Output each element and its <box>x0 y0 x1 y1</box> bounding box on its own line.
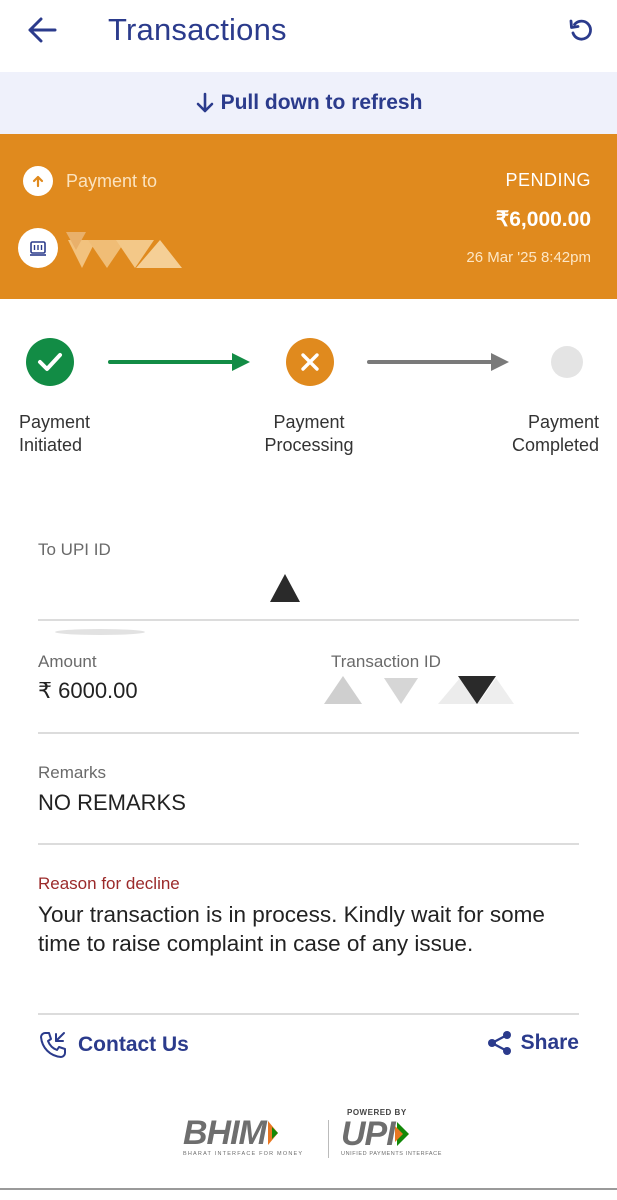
upi-wordmark: UPI <box>341 1115 396 1153</box>
app-header <box>0 0 617 72</box>
step-processing-status <box>286 338 334 386</box>
divider <box>38 732 579 734</box>
step-connector-arrow <box>367 353 509 371</box>
payee-name-redacted <box>66 232 182 268</box>
remarks-label: Remarks <box>38 763 107 782</box>
payment-amount: ₹6,000.00 <box>495 208 591 231</box>
back-arrow-icon <box>28 17 57 43</box>
contact-us-button[interactable]: Contact Us <box>38 1030 189 1060</box>
refresh-button[interactable] <box>562 12 600 48</box>
checkmark-icon <box>38 353 62 371</box>
logo-separator <box>328 1120 329 1158</box>
step-completed-label: Payment Completed <box>511 412 599 455</box>
amount-label: Amount <box>38 652 97 671</box>
upi-tagline: UNIFIED PAYMENTS INTERFACE <box>341 1151 442 1157</box>
bhim-wordmark: BHIM <box>183 1114 267 1152</box>
step-processing-label: Payment Processing <box>264 412 354 455</box>
refresh-icon <box>569 19 592 41</box>
payment-direction-label: Payment to <box>66 171 158 191</box>
upi-id-label: To UPI ID <box>38 540 111 559</box>
step-initiated-status <box>26 338 74 386</box>
bhim-tagline: BHARAT INTERFACE FOR MONEY <box>183 1151 304 1157</box>
decline-reason-text: Your transaction is in process. Kindly w… <box>38 902 545 956</box>
share-icon <box>487 1031 511 1055</box>
step-initiated-label: Payment Initiated <box>19 412 91 455</box>
payee-avatar <box>18 228 58 268</box>
payment-datetime: 26 Mar '25 8:42pm <box>466 249 591 266</box>
cross-icon <box>301 353 319 371</box>
pull-to-refresh-banner: Pull down to refresh <box>0 72 617 134</box>
step-completed-status <box>551 346 583 378</box>
contact-us-label: Contact Us <box>78 1033 189 1056</box>
arrow-down-icon <box>196 92 213 113</box>
transaction-id-label: Transaction ID <box>331 652 441 671</box>
upi-arrow-mark-icon <box>394 1122 409 1146</box>
share-button[interactable]: Share <box>487 1030 579 1056</box>
divider <box>38 619 579 621</box>
pull-to-refresh-text: Pull down to refresh <box>220 91 423 114</box>
payment-direction-badge <box>23 166 53 196</box>
status-badge: PENDING <box>505 170 591 190</box>
divider <box>38 843 579 845</box>
phone-icon <box>40 1032 66 1058</box>
bhim-flag-mark-icon <box>267 1121 278 1145</box>
amount-value: ₹ 6000.00 <box>38 678 138 703</box>
bank-icon <box>30 241 46 256</box>
share-label: Share <box>520 1031 579 1054</box>
remarks-value: NO REMARKS <box>38 790 186 815</box>
step-connector-arrow <box>108 353 250 371</box>
upi-logo: POWERED BY UPI UNIFIED PAYMENTS INTERFAC… <box>341 1108 442 1157</box>
upi-id-redacted <box>55 574 300 635</box>
decline-reason-label: Reason for decline <box>38 874 180 893</box>
bhim-logo: BHIM BHARAT INTERFACE FOR MONEY <box>183 1116 303 1157</box>
back-button[interactable] <box>22 12 62 48</box>
divider <box>38 1013 579 1015</box>
transaction-id-redacted <box>324 676 514 704</box>
bottom-divider <box>0 1188 617 1190</box>
page-title: Transactions <box>108 12 287 47</box>
arrow-up-icon <box>32 175 44 188</box>
